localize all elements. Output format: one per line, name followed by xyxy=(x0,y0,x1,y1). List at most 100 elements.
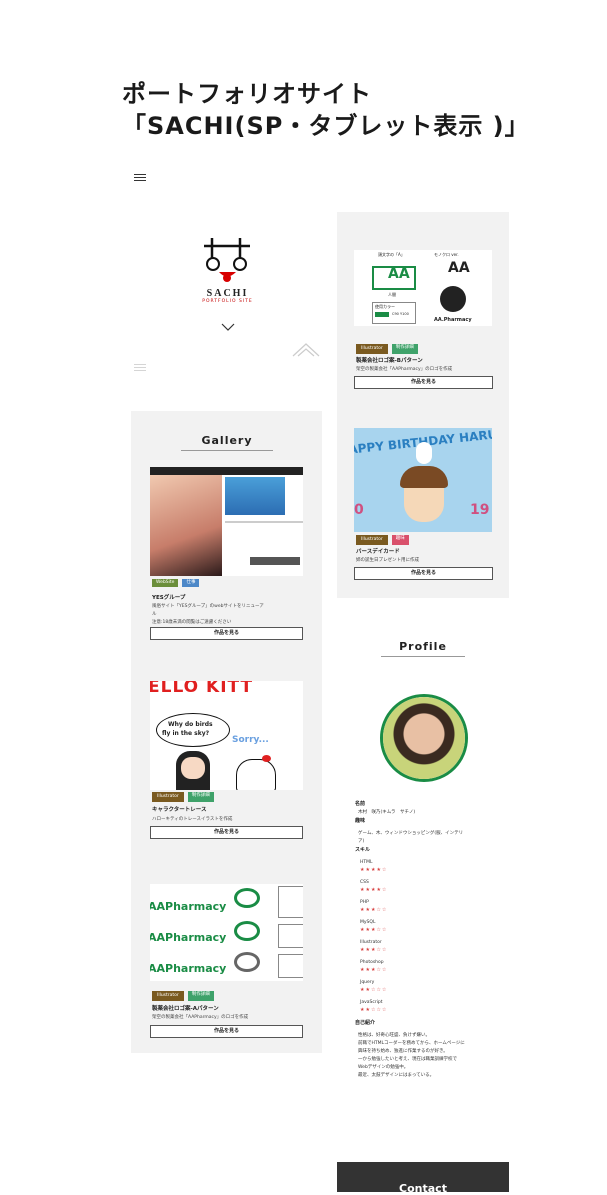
tag-detail: 制作詳細 xyxy=(187,792,214,802)
work-desc-pharmacy-a: 架空の製薬会社「AAPharmacy」のロゴを作成 xyxy=(152,1015,249,1020)
skill-stars: ★★★☆☆ xyxy=(360,907,388,913)
work-thumbnail-birthday[interactable]: APPY BIRTHDAY HARUNA 0 19 xyxy=(354,428,492,532)
skill-name: JavaScript xyxy=(360,1000,383,1005)
kitty-bubble-text2: fly in the sky? xyxy=(162,730,210,737)
hobby-value-line2: ア) xyxy=(358,839,365,844)
work-tags-birthday: Illustrator 趣味 xyxy=(356,535,409,545)
skill-list: HTML ★★★★☆ CSS ★★★★☆ PHP ★★★☆☆ MySQL ★★★… xyxy=(360,859,505,1013)
gallery-title-text: Gallery xyxy=(201,434,253,447)
skill-stars: ★★☆☆☆ xyxy=(360,1007,388,1013)
hamburger-icon[interactable] xyxy=(134,172,146,183)
work-thumbnail-kitty[interactable]: ELLO KITT Why do birds fly in the sky? S… xyxy=(150,681,303,790)
work-desc-kitty: ハローキティのトレースイラストを作成 xyxy=(152,817,233,822)
work-title-pharmacy-a: 製薬会社ロゴ案-Aパターン xyxy=(152,1006,219,1012)
avatar xyxy=(380,694,468,782)
skill-stars: ★★★☆☆ xyxy=(360,927,388,933)
pharmacy-b-label4: 使用カラー xyxy=(375,304,395,309)
work-desc-yes: 風俗サイト「YESグループ」のwebサイトをリニューア ル 注意:18歳未満の閲… xyxy=(152,603,307,627)
work-desc-birthday: 姉の誕生日プレゼント用に作成 xyxy=(356,558,419,563)
work-tags-pharmacy-b: Illustrator 制作詳細 xyxy=(356,344,418,354)
tag-illustrator: Illustrator xyxy=(356,535,388,545)
skill-label: スキル xyxy=(355,847,371,853)
work-thumbnail-yes[interactable] xyxy=(150,467,303,576)
profile-title: Profile xyxy=(381,640,465,657)
intro-line: 興味を持ち始め、独進に作業するのが好き。 xyxy=(358,1049,448,1054)
pharmacy-a-logo1: AAPharmacy xyxy=(150,900,227,913)
intro-line: 前職でHTMLコーダーを務めてから、ホームページに xyxy=(358,1041,465,1046)
tag-illustrator: Illustrator xyxy=(152,991,184,1001)
contact-title: Contact xyxy=(399,1182,447,1195)
scroll-top-icon[interactable] xyxy=(292,341,320,361)
pharmacy-a-logo3: AAPharmacy xyxy=(150,962,227,975)
work-desc-yes-line1: 風俗サイト「YESグループ」のwebサイトをリニューア xyxy=(152,604,264,609)
work-tags-kitty: Illustrator 制作詳細 xyxy=(152,792,214,802)
work-thumbnail-pharmacy-b[interactable]: 頭文字の「A」 モノクロ ver. AA AA 人間 使用カラー C90 Y10… xyxy=(354,250,492,326)
work-tags-yes: WebSite 仕事 xyxy=(152,579,200,587)
intro-label: 自己紹介 xyxy=(355,1020,376,1026)
intro-text: 性格は、好奇心旺盛、負けず嫌い。 前職でHTMLコーダーを務めてから、ホームペー… xyxy=(358,1032,505,1080)
intro-line: Webデザインの勉強中。 xyxy=(358,1065,409,1070)
hobby-value-line1: ゲーム、木、ウィンドウショッピング(服、インテリ xyxy=(358,831,464,836)
profile-title-text: Profile xyxy=(399,640,447,653)
skill-name: PHP xyxy=(360,900,369,905)
faded-menu-icon xyxy=(134,362,146,373)
gallery-panel: Gallery WebSite 仕事 YESグループ 風俗サイト「YESグループ… xyxy=(131,411,322,1053)
work-note-yes: 注意:18歳未満の閲覧はご遠慮ください xyxy=(152,620,232,625)
skill-stars: ★★★★☆ xyxy=(360,887,388,893)
logo-name: SACHI xyxy=(206,288,249,299)
skill-name: Photoshop xyxy=(360,960,384,965)
pharmacy-a-logo2: AAPharmacy xyxy=(150,931,227,944)
hobby-label: 趣味 xyxy=(355,818,366,824)
skill-stars: ★★★☆☆ xyxy=(360,967,388,973)
tag-website: WebSite xyxy=(152,579,179,587)
tag-job: 仕事 xyxy=(182,579,200,587)
logo-sub: PORTFOLIO SITE xyxy=(202,299,253,304)
view-work-button-kitty[interactable]: 作品を見る xyxy=(150,826,303,839)
tag-detail: 制作詳細 xyxy=(187,991,214,1001)
work-title-birthday: バースデイカード xyxy=(356,549,400,555)
name-value: 木村 咲乃(キムラ サチノ) xyxy=(358,810,416,815)
skill-name: CSS xyxy=(360,880,369,885)
skill-stars: ★★★☆☆ xyxy=(360,947,388,953)
tag-illustrator: Illustrator xyxy=(152,792,184,802)
view-work-button-pharmacy-a[interactable]: 作品を見る xyxy=(150,1025,303,1038)
skill-name: HTML xyxy=(360,860,373,865)
page-title-line2: 「SACHI(SP・タブレット表示 )」 xyxy=(122,112,530,140)
kitty-bubble-text3: Sorry... xyxy=(232,735,269,745)
pharmacy-b-label2: モノクロ ver. xyxy=(434,252,459,257)
contact-section[interactable]: Contact xyxy=(337,1162,509,1195)
pharmacy-b-logo-small: AA.Pharmacy xyxy=(434,317,472,323)
work-title-pharmacy-b: 製薬会社ロゴ案-Bパターン xyxy=(356,358,423,364)
view-work-button-pharmacy-b[interactable]: 作品を見る xyxy=(354,376,493,389)
pharmacy-b-label5: C90 Y100 xyxy=(392,312,409,316)
site-logo[interactable]: SACHI PORTFOLIO SITE xyxy=(200,232,255,304)
pharmacy-b-logo-mono: AA xyxy=(448,260,470,276)
view-work-button-birthday[interactable]: 作品を見る xyxy=(354,567,493,580)
chevron-down-icon[interactable] xyxy=(221,316,235,335)
tag-illustrator: Illustrator xyxy=(356,344,388,354)
intro-line: 性格は、好奇心旺盛、負けず嫌い。 xyxy=(358,1033,430,1038)
page-title-line1: ポートフォリオサイト xyxy=(122,80,372,108)
skill-stars: ★★☆☆☆ xyxy=(360,987,388,993)
skill-name: MySQL xyxy=(360,920,376,925)
tag-hobby: 趣味 xyxy=(391,535,409,545)
gallery-title: Gallery xyxy=(181,434,273,451)
birthday-num-left: 0 xyxy=(354,502,364,518)
name-label: 名前 xyxy=(355,801,366,807)
hobby-value: ゲーム、木、ウィンドウショッピング(服、インテリ ア) xyxy=(358,830,505,846)
work-desc-yes-line2: ル xyxy=(152,612,157,617)
birthday-num-right: 19 xyxy=(470,502,490,518)
work-desc-pharmacy-b: 架空の製薬会社「AAPharmacy」のロゴを作成 xyxy=(356,367,453,372)
work-title-kitty: キャラクタートレース xyxy=(152,807,207,813)
skill-name: Illustrator xyxy=(360,940,382,945)
face-logo-icon xyxy=(204,238,250,282)
pharmacy-b-logo: AA xyxy=(388,266,410,282)
work-tags-pharmacy-a: Illustrator 制作詳細 xyxy=(152,991,214,1001)
kitty-bubble-text1: Why do birds xyxy=(168,721,213,728)
page-title: ポートフォリオサイト 「SACHI(SP・タブレット表示 )」 xyxy=(122,78,530,142)
pharmacy-b-label3: 人間 xyxy=(388,292,396,297)
work-thumbnail-pharmacy-a[interactable]: AAPharmacy AAPharmacy AAPharmacy xyxy=(150,884,303,981)
pharmacy-b-label1: 頭文字の「A」 xyxy=(378,252,405,257)
tag-detail: 制作詳細 xyxy=(391,344,418,354)
view-work-button-yes[interactable]: 作品を見る xyxy=(150,627,303,640)
